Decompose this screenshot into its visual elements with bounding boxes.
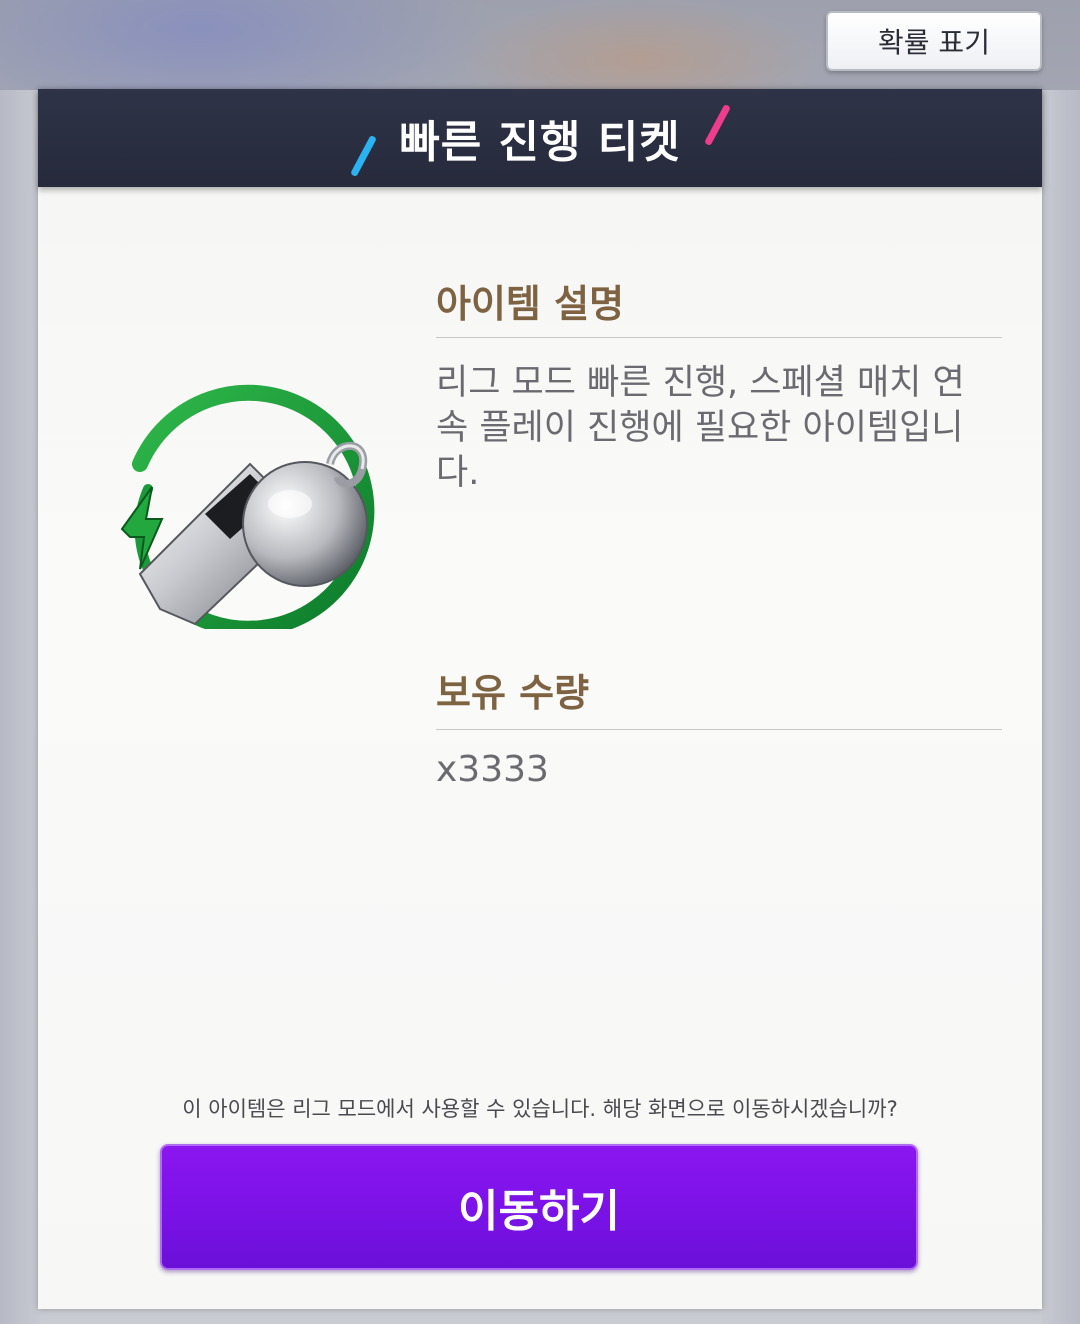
move-button[interactable]: 이동하기	[160, 1144, 918, 1270]
modal-title: 빠른 진행 티켓	[399, 117, 681, 168]
description-divider	[436, 337, 1002, 338]
item-info-modal: 빠른 진행 티켓 아이템 설명 리그 모드 빠른 진행, 스페셜 매치 연속 플…	[38, 89, 1042, 1309]
quantity-value: x3333	[436, 749, 549, 790]
quantity-heading: 보유 수량	[436, 671, 590, 715]
background-left	[0, 90, 40, 1324]
quantity-divider	[436, 729, 1002, 730]
probability-display-button[interactable]: 확률 표기	[826, 11, 1042, 71]
modal-header: 빠른 진행 티켓	[38, 89, 1042, 187]
navigation-notice: 이 아이템은 리그 모드에서 사용할 수 있습니다. 해당 화면으로 이동하시겠…	[182, 1097, 898, 1121]
background-right	[1042, 90, 1080, 1324]
description-text: 리그 모드 빠른 진행, 스페셜 매치 연속 플레이 진행에 필요한 아이템입니…	[436, 363, 965, 493]
whistle-fast-forward-icon	[120, 384, 375, 629]
description-heading: 아이템 설명	[436, 282, 625, 326]
